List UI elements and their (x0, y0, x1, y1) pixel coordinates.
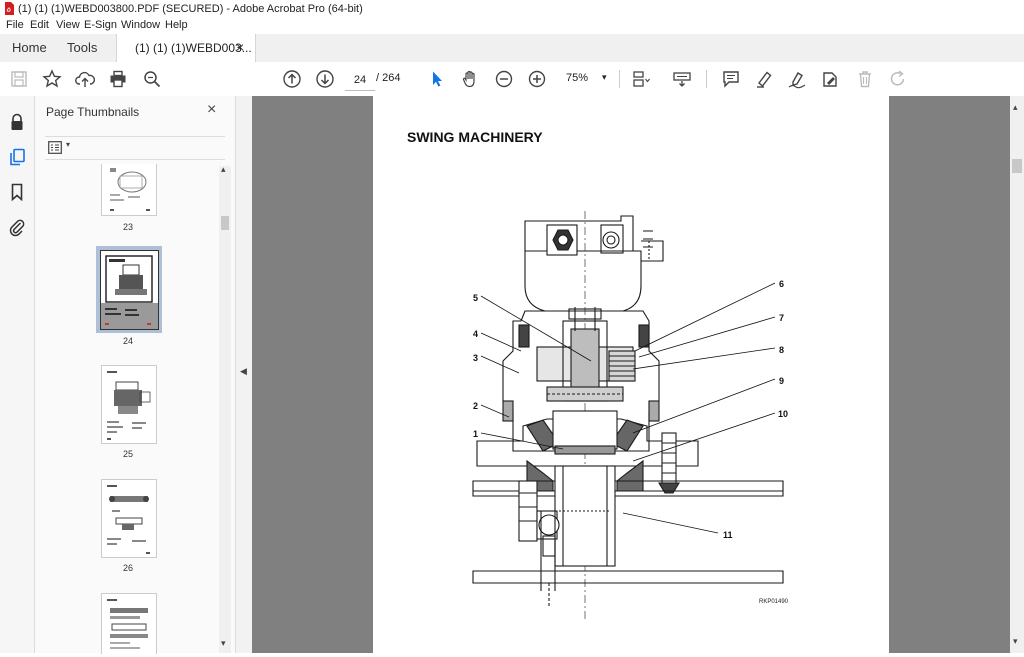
bookmarks-icon[interactable] (7, 182, 27, 202)
keyboard-scroll-icon[interactable] (672, 69, 692, 89)
panel-title: Page Thumbnails (46, 105, 140, 119)
page-thumbnail-23[interactable] (101, 164, 157, 216)
zoom-in-icon[interactable] (527, 69, 547, 89)
redo-icon[interactable] (888, 69, 908, 89)
panel-splitter[interactable]: ◀ (235, 96, 253, 653)
hand-tool-icon[interactable] (460, 69, 480, 89)
page-thumbnails-panel: Page Thumbnails × ▾ 23 24 25 26 ▴ ▾ (35, 96, 235, 654)
page-thumbnail-26[interactable] (101, 479, 157, 558)
callout-10: 10 (778, 409, 788, 419)
callout-5: 5 (473, 293, 478, 303)
thumbnail-preview (107, 371, 151, 440)
pdf-file-icon (5, 2, 14, 15)
next-page-icon[interactable] (315, 69, 335, 89)
thumbnail-label: 26 (122, 563, 133, 573)
thumbnail-options-bar: ▾ (45, 136, 225, 160)
thumbnail-scrollbar[interactable]: ▴ ▾ (219, 164, 231, 653)
title-bar: (1) (1) (1)WEBD003800.PDF (SECURED) - Ad… (0, 0, 1024, 18)
zoom-value: 75% (566, 72, 589, 84)
callout-1: 1 (473, 429, 478, 439)
toolbar-separator (706, 70, 707, 88)
pdf-page: SWING MACHINERY 1 2 3 4 5 6 7 8 9 10 11 … (373, 96, 889, 653)
zoom-select[interactable]: 75% ▾ (566, 72, 614, 84)
previous-page-icon[interactable] (282, 69, 302, 89)
thumbnail-preview (107, 485, 150, 554)
page-thumbnail-27[interactable] (101, 593, 157, 654)
close-tab-icon[interactable]: × (236, 39, 244, 55)
sign-pen-icon[interactable] (787, 69, 807, 89)
page-heading: SWING MACHINERY (407, 129, 543, 145)
thumbnail-preview (107, 599, 148, 649)
callout-11: 11 (723, 530, 733, 540)
zoom-out-icon[interactable] (494, 69, 514, 89)
callout-7: 7 (779, 313, 784, 323)
document-viewer[interactable]: SWING MACHINERY 1 2 3 4 5 6 7 8 9 10 11 … (252, 96, 1010, 653)
chevron-down-icon[interactable]: ▾ (66, 140, 70, 149)
tab-home[interactable]: Home (12, 40, 47, 55)
comment-icon[interactable] (721, 69, 741, 89)
scroll-down-icon[interactable]: ▾ (1013, 636, 1018, 647)
toolbar: / 264 75% ▾ (0, 62, 1024, 97)
upload-cloud-icon[interactable] (75, 69, 96, 89)
callout-3: 3 (473, 353, 478, 363)
callout-6: 6 (779, 279, 784, 289)
menu-bar: File Edit View E-Sign Window Help (0, 18, 1024, 34)
document-scrollbar[interactable]: ▴ ▾ (1010, 96, 1024, 653)
page-total: / 264 (376, 72, 401, 84)
thumbnail-preview (110, 168, 150, 211)
bookmark-star-icon[interactable] (42, 69, 62, 89)
menu-esign[interactable]: E-Sign (84, 19, 117, 31)
delete-icon[interactable] (855, 69, 875, 89)
thumbnail-options-icon[interactable] (48, 141, 62, 154)
tab-document[interactable]: (1) (1) (1)WEBD003... × (116, 34, 256, 62)
callout-9: 9 (779, 376, 784, 386)
page-thumbnail-24[interactable] (100, 250, 159, 330)
close-panel-icon[interactable]: × (207, 101, 216, 119)
callout-4: 4 (473, 329, 478, 339)
edit-stamp-icon[interactable] (820, 69, 840, 89)
scroll-down-icon[interactable]: ▾ (221, 638, 226, 649)
menu-edit[interactable]: Edit (30, 19, 49, 31)
chevron-down-icon: ▾ (602, 72, 607, 82)
thumbnail-preview (101, 255, 158, 329)
scrollbar-thumb[interactable] (1012, 159, 1022, 173)
select-cursor-icon[interactable] (427, 69, 447, 89)
toolbar-separator (619, 70, 620, 88)
thumbnail-label: 25 (122, 449, 133, 459)
swing-machinery-diagram: 1 2 3 4 5 6 7 8 9 10 11 (472, 211, 788, 621)
left-navigation-rail (0, 96, 35, 653)
window-title: (1) (1) (1)WEBD003800.PDF (SECURED) - Ad… (18, 3, 363, 15)
attachment-paperclip-icon[interactable] (7, 217, 27, 237)
document-tab-label: (1) (1) (1)WEBD003... (135, 41, 252, 55)
collapse-panel-icon[interactable]: ◀ (240, 366, 247, 377)
lock-icon[interactable] (7, 112, 27, 132)
highlight-pen-icon[interactable] (754, 69, 774, 89)
page-thumbnails-icon[interactable] (7, 147, 27, 167)
scrollbar-thumb[interactable] (221, 216, 229, 230)
menu-view[interactable]: View (56, 19, 80, 31)
save-icon[interactable] (9, 69, 29, 89)
page-number-input[interactable] (345, 70, 375, 91)
tab-tools[interactable]: Tools (67, 40, 97, 55)
callout-8: 8 (779, 345, 784, 355)
thumbnail-label: 24 (122, 336, 133, 346)
search-zoom-icon[interactable] (142, 69, 162, 89)
page-display-icon[interactable] (631, 69, 651, 89)
callout-2: 2 (473, 401, 478, 411)
tab-bar: Home Tools (1) (1) (1)WEBD003... × (0, 34, 1024, 63)
menu-file[interactable]: File (6, 19, 24, 31)
page-thumbnail-25[interactable] (101, 365, 157, 444)
scroll-up-icon[interactable]: ▴ (1013, 102, 1018, 113)
figure-code: RKP01490 (759, 599, 789, 605)
print-icon[interactable] (108, 69, 128, 89)
menu-window[interactable]: Window (121, 19, 160, 31)
scroll-up-icon[interactable]: ▴ (221, 164, 226, 175)
menu-help[interactable]: Help (165, 19, 188, 31)
thumbnail-label: 23 (122, 222, 133, 232)
